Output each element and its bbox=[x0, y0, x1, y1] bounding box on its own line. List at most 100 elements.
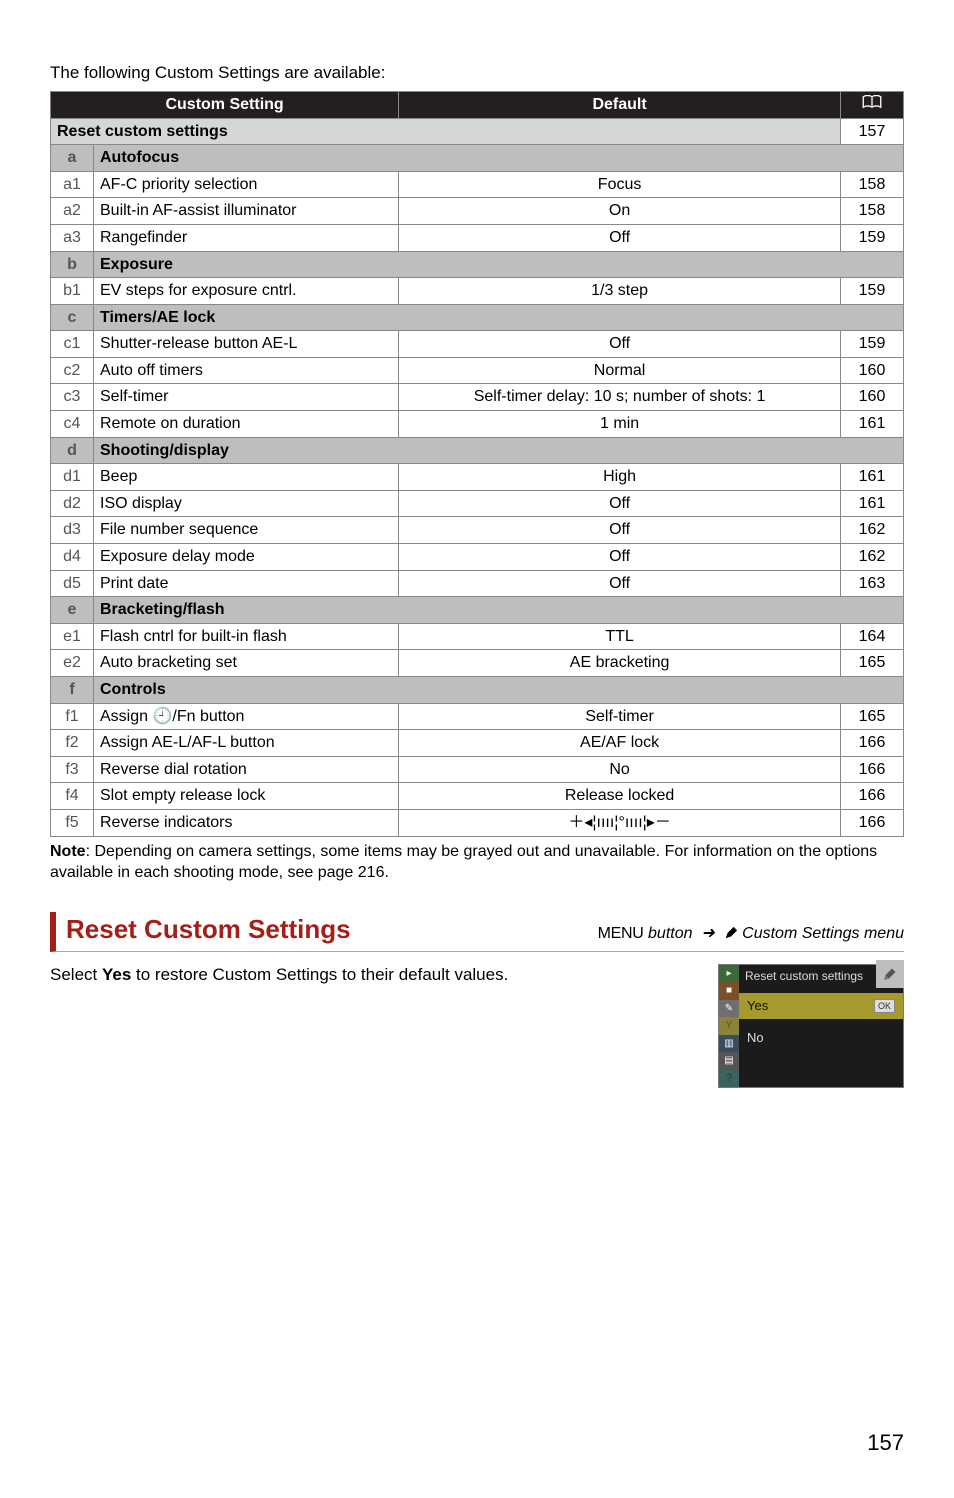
item-page: 159 bbox=[841, 278, 904, 305]
item-page: 166 bbox=[841, 730, 904, 757]
item-default: TTL bbox=[399, 623, 841, 650]
screenshot-tab-2: ■ bbox=[719, 982, 739, 1000]
path-button-word: button bbox=[644, 925, 693, 942]
note-text: Note: Depending on camera settings, some… bbox=[50, 841, 904, 884]
item-key: a2 bbox=[51, 198, 94, 225]
intro-text: The following Custom Settings are availa… bbox=[50, 62, 904, 85]
item-page: 160 bbox=[841, 384, 904, 411]
item-key: d5 bbox=[51, 570, 94, 597]
item-default: AE bracketing bbox=[399, 650, 841, 677]
item-page: 166 bbox=[841, 809, 904, 836]
item-key: a3 bbox=[51, 224, 94, 251]
item-page: 165 bbox=[841, 650, 904, 677]
item-page: 163 bbox=[841, 570, 904, 597]
select-text: Select Yes to restore Custom Settings to… bbox=[50, 964, 704, 987]
heading-title: Reset Custom Settings bbox=[66, 912, 351, 947]
table-row: f2Assign AE-L/AF-L buttonAE/AF lock166 bbox=[51, 730, 904, 757]
screenshot-no-row: No bbox=[739, 1025, 903, 1051]
item-name: Reverse indicators bbox=[94, 809, 399, 836]
screenshot-tabs: ▸ ■ ✎ Y ▥ ▤ ? bbox=[719, 965, 739, 1088]
table-row: a2Built-in AF-assist illuminatorOn158 bbox=[51, 198, 904, 225]
item-name: Assign AE-L/AF-L button bbox=[94, 730, 399, 757]
item-default: AE/AF lock bbox=[399, 730, 841, 757]
item-default: Self-timer delay: 10 s; number of shots:… bbox=[399, 384, 841, 411]
item-page: 166 bbox=[841, 783, 904, 810]
section-key-c: c bbox=[51, 304, 94, 331]
item-page: 161 bbox=[841, 490, 904, 517]
select-text-post: to restore Custom Settings to their defa… bbox=[131, 965, 508, 984]
screenshot-tab-1: ▸ bbox=[719, 965, 739, 983]
screenshot-tab-4: Y bbox=[719, 1017, 739, 1035]
select-text-yes: Yes bbox=[102, 965, 131, 984]
item-key: c2 bbox=[51, 357, 94, 384]
item-default: Focus bbox=[399, 171, 841, 198]
section-key-d: d bbox=[51, 437, 94, 464]
item-name: Exposure delay mode bbox=[94, 544, 399, 571]
table-row: e1Flash cntrl for built-in flashTTL164 bbox=[51, 623, 904, 650]
reset-custom-settings-row: Reset custom settings bbox=[51, 118, 841, 145]
item-default: High bbox=[399, 464, 841, 491]
item-name: Flash cntrl for built-in flash bbox=[94, 623, 399, 650]
item-page: 164 bbox=[841, 623, 904, 650]
section-key-a: a bbox=[51, 145, 94, 172]
item-default: Release locked bbox=[399, 783, 841, 810]
screenshot-tab-7: ? bbox=[719, 1070, 739, 1088]
item-key: b1 bbox=[51, 278, 94, 305]
item-key: f5 bbox=[51, 809, 94, 836]
item-page: 159 bbox=[841, 331, 904, 358]
item-name: Built-in AF-assist illuminator bbox=[94, 198, 399, 225]
section-label-f: Controls bbox=[94, 677, 904, 704]
section-label-b: Exposure bbox=[94, 251, 904, 278]
item-default: Off bbox=[399, 224, 841, 251]
section-label-e: Bracketing/flash bbox=[94, 597, 904, 624]
item-name: Shutter-release button AE-L bbox=[94, 331, 399, 358]
section-key-e: e bbox=[51, 597, 94, 624]
pencil-icon bbox=[882, 966, 898, 982]
col-header-page-icon bbox=[841, 91, 904, 118]
item-key: d1 bbox=[51, 464, 94, 491]
item-page: 158 bbox=[841, 198, 904, 225]
reset-page: 157 bbox=[841, 118, 904, 145]
screenshot-no-label: No bbox=[747, 1029, 764, 1047]
table-row: f1Assign 🕘/Fn buttonSelf-timer165 bbox=[51, 703, 904, 730]
item-page: 162 bbox=[841, 517, 904, 544]
item-page: 158 bbox=[841, 171, 904, 198]
item-key: f2 bbox=[51, 730, 94, 757]
item-page: 159 bbox=[841, 224, 904, 251]
table-row: d2ISO displayOff161 bbox=[51, 490, 904, 517]
section-label-a: Autofocus bbox=[94, 145, 904, 172]
table-row: a1AF-C priority selectionFocus158 bbox=[51, 171, 904, 198]
table-row: d4Exposure delay modeOff162 bbox=[51, 544, 904, 571]
item-name: File number sequence bbox=[94, 517, 399, 544]
item-name: EV steps for exposure cntrl. bbox=[94, 278, 399, 305]
screenshot-tab-3: ✎ bbox=[719, 1000, 739, 1018]
item-key: a1 bbox=[51, 171, 94, 198]
screenshot-ok-badge: OK bbox=[874, 999, 895, 1013]
menu-keyword: MENU bbox=[598, 925, 644, 942]
item-key: c3 bbox=[51, 384, 94, 411]
section-label-d: Shooting/display bbox=[94, 437, 904, 464]
item-default: Off bbox=[399, 544, 841, 571]
item-name: Self-timer bbox=[94, 384, 399, 411]
screenshot-yes-row: Yes OK bbox=[739, 993, 903, 1019]
item-default: ＋◂¦ıııı¦°ıııı¦▸－ bbox=[399, 809, 841, 836]
item-key: f4 bbox=[51, 783, 94, 810]
section-key-b: b bbox=[51, 251, 94, 278]
path-tail: Custom Settings menu bbox=[738, 925, 904, 942]
pencil-icon bbox=[724, 926, 738, 940]
item-name: Auto bracketing set bbox=[94, 650, 399, 677]
item-key: d2 bbox=[51, 490, 94, 517]
table-row: d5Print dateOff163 bbox=[51, 570, 904, 597]
item-key: f3 bbox=[51, 756, 94, 783]
note-body: : Depending on camera settings, some ite… bbox=[50, 843, 877, 882]
item-page: 162 bbox=[841, 544, 904, 571]
table-row: d3File number sequenceOff162 bbox=[51, 517, 904, 544]
table-row: f4Slot empty release lockRelease locked1… bbox=[51, 783, 904, 810]
item-default: 1/3 step bbox=[399, 278, 841, 305]
item-default: Normal bbox=[399, 357, 841, 384]
item-key: e1 bbox=[51, 623, 94, 650]
item-name: Auto off timers bbox=[94, 357, 399, 384]
item-name: Slot empty release lock bbox=[94, 783, 399, 810]
table-row: c1Shutter-release button AE-LOff159 bbox=[51, 331, 904, 358]
table-row: c2Auto off timersNormal160 bbox=[51, 357, 904, 384]
